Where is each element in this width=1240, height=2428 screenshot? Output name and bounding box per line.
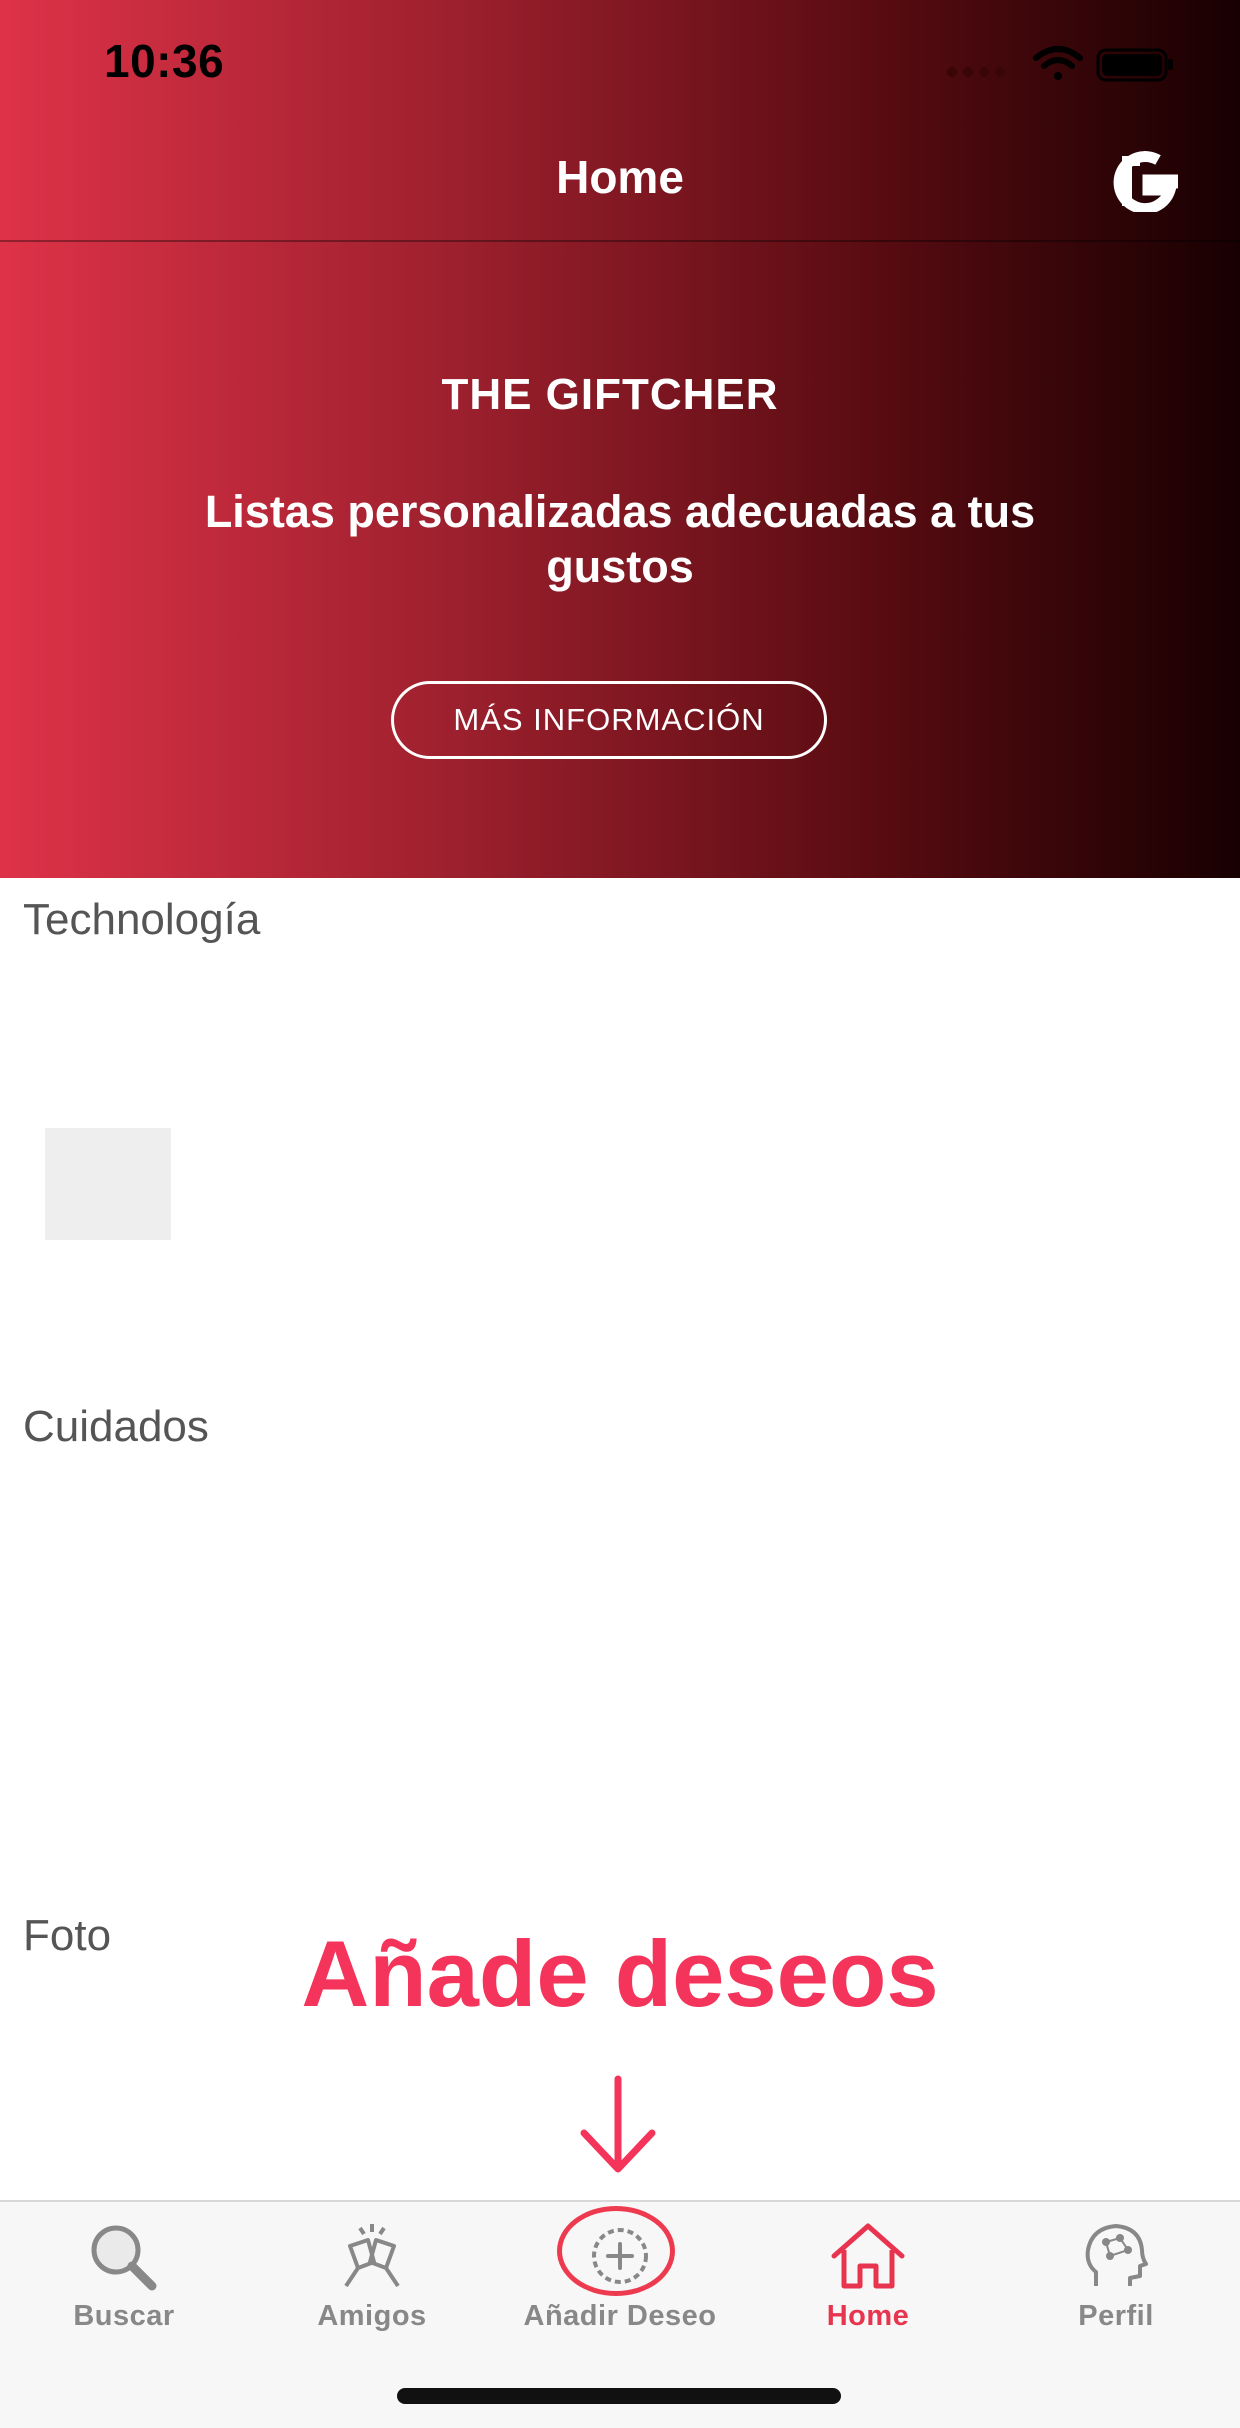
hero-banner: 10:36 Home THE GIFTCHER Listas personali… — [0, 0, 1240, 878]
nav-divider — [0, 240, 1240, 242]
status-time: 10:36 — [104, 35, 225, 87]
highlight-ring — [557, 2206, 675, 2296]
tab-home[interactable]: Home — [744, 2202, 992, 2352]
search-icon — [91, 2225, 157, 2291]
signal-icon — [947, 67, 1005, 77]
cheers-icon — [344, 2224, 400, 2288]
tab-perfil[interactable]: Perfil — [992, 2202, 1240, 2352]
giftcher-logo-icon[interactable] — [1108, 150, 1178, 212]
tab-label: Perfil — [1078, 2300, 1154, 2332]
tab-buscar[interactable]: Buscar — [0, 2202, 248, 2352]
brain-head-icon — [1085, 2224, 1148, 2286]
tab-amigos[interactable]: Amigos — [248, 2202, 496, 2352]
tab-label: Buscar — [73, 2300, 175, 2332]
battery-icon — [1096, 48, 1173, 82]
hero-title: THE GIFTCHER — [441, 370, 779, 419]
down-arrow-icon — [580, 2075, 656, 2173]
more-info-button[interactable]: MÁS INFORMACIÓN — [391, 681, 827, 759]
tab-label: Home — [826, 2300, 910, 2332]
section-title-technologia: Technología — [23, 895, 261, 944]
home-indicator[interactable] — [397, 2388, 841, 2404]
status-icons — [947, 46, 1173, 82]
tab-label: Añadir Deseo — [523, 2300, 717, 2332]
home-icon — [831, 2223, 905, 2289]
hero-subtitle: Listas personalizadas adecuadas a tus gu… — [204, 486, 1036, 592]
annotation-text: Añade deseos — [301, 1921, 939, 2026]
product-thumbnail[interactable] — [45, 1128, 171, 1240]
page-title: Home — [556, 151, 684, 203]
section-title-cuidados: Cuidados — [23, 1402, 209, 1451]
tab-label: Amigos — [317, 2300, 427, 2332]
wifi-icon — [1033, 46, 1083, 80]
